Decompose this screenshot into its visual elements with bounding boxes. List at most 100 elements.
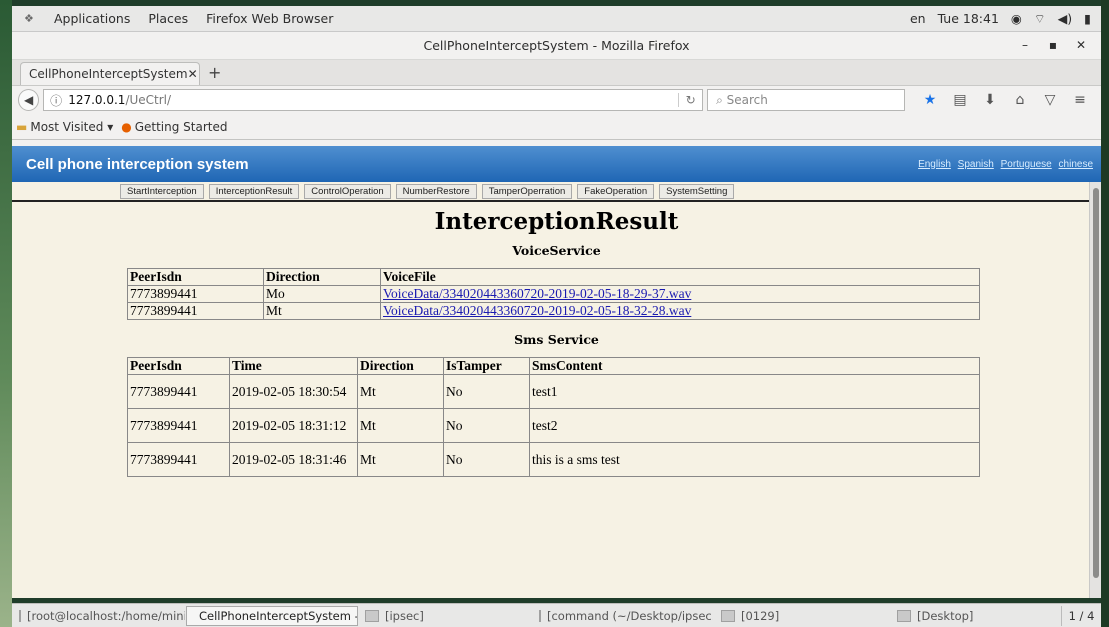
task-0129[interactable]: [0129]	[714, 606, 890, 626]
search-input[interactable]: ⌕ Search	[707, 89, 905, 111]
time-cell: 2019-02-05 18:31:12	[229, 408, 358, 443]
column-header: SmsContent	[529, 357, 980, 375]
nav-system-setting[interactable]: SystemSetting	[659, 183, 735, 199]
site-header: Cell phone interception system English S…	[12, 146, 1101, 182]
firefox-icon: ●	[121, 119, 132, 134]
table-header-row: PeerIsdn Time Direction IsTamper SmsCont…	[127, 357, 980, 375]
lang-english-link[interactable]: English	[918, 159, 951, 170]
places-menu[interactable]: Places	[148, 11, 188, 26]
time-cell: 2019-02-05 18:31:46	[229, 442, 358, 477]
task-label: CellPhoneInterceptSystem - ...	[199, 608, 358, 623]
firefox-window: CellPhoneInterceptSystem - Mozilla Firef…	[12, 32, 1101, 598]
search-icon: ⌕	[716, 92, 727, 107]
peer-isdn-cell: 7773899441	[127, 374, 230, 409]
app-menu[interactable]: Firefox Web Browser	[206, 11, 333, 26]
new-tab-icon[interactable]: +	[208, 63, 221, 85]
tab-bar: CellPhoneInterceptSystem ✕ +	[12, 60, 1101, 86]
voice-table: PeerIsdn Direction VoiceFile 7773899441 …	[127, 268, 980, 320]
bookmark-star-icon[interactable]: ★	[915, 92, 945, 108]
column-header: PeerIsdn	[127, 268, 264, 286]
voice-file-link[interactable]: VoiceData/334020443360720-2019-02-05-18-…	[383, 286, 691, 301]
nav-fake-operation[interactable]: FakeOperation	[577, 183, 655, 199]
browser-tab[interactable]: CellPhoneInterceptSystem ✕	[20, 62, 200, 85]
direction-cell: Mt	[357, 442, 444, 477]
tab-label: CellPhoneInterceptSystem	[29, 67, 188, 81]
sms-section-title: Sms Service	[514, 332, 599, 347]
reload-icon[interactable]: ↻	[678, 93, 702, 107]
bookmark-most-visited[interactable]: Most Visited	[30, 120, 103, 134]
voice-section-title: VoiceService	[512, 243, 601, 258]
is-tamper-cell: No	[443, 442, 530, 477]
voice-file-link[interactable]: VoiceData/334020443360720-2019-02-05-18-…	[383, 303, 691, 318]
voice-file-cell: VoiceData/334020443360720-2019-02-05-18-…	[380, 285, 980, 303]
task-label: [Desktop]	[917, 608, 974, 623]
direction-cell: Mt	[357, 374, 444, 409]
nav-interception-result[interactable]: InterceptionResult	[208, 183, 300, 199]
nav-control-operation[interactable]: ControlOperation	[304, 183, 391, 199]
peer-isdn-cell: 7773899441	[127, 408, 230, 443]
peer-isdn-cell: 7773899441	[127, 442, 230, 477]
table-header-row: PeerIsdn Direction VoiceFile	[127, 268, 980, 286]
scrollbar-thumb[interactable]	[1093, 188, 1099, 578]
site-title: Cell phone interception system	[26, 155, 249, 173]
record-icon[interactable]: ◉	[1011, 11, 1022, 26]
nav-start-interception[interactable]: StartInterception	[120, 183, 204, 199]
applications-menu[interactable]: Applications	[54, 11, 130, 26]
clock[interactable]: Tue 18:41	[938, 11, 999, 26]
vertical-scrollbar[interactable]	[1089, 182, 1101, 598]
lang-chinese-link[interactable]: chinese	[1059, 159, 1093, 170]
nav-tamper-operation[interactable]: TamperOperration	[481, 183, 573, 199]
gnome-top-bar: ❖ Applications Places Firefox Web Browse…	[12, 6, 1101, 32]
url-host: 127.0.0.1	[68, 93, 126, 107]
is-tamper-cell: No	[443, 374, 530, 409]
window-icon	[365, 609, 379, 622]
task-desktop[interactable]: [Desktop]	[890, 606, 1050, 626]
maximize-icon[interactable]: ▪	[1043, 38, 1063, 52]
desktop-background-right	[1101, 0, 1109, 627]
volume-icon[interactable]: ◀)	[1058, 11, 1073, 26]
back-icon[interactable]: ◀	[18, 89, 40, 111]
wifi-icon[interactable]: ⌔	[1034, 11, 1046, 27]
sms-table: PeerIsdn Time Direction IsTamper SmsCont…	[127, 357, 980, 477]
task-terminal[interactable]: [root@localhost:/home/mini...	[12, 606, 186, 626]
task-firefox[interactable]: CellPhoneInterceptSystem - ...	[186, 605, 358, 626]
bookmarks-toolbar: ▬ Most Visited ▾ ● Getting Started	[12, 114, 1101, 140]
nav-number-restore[interactable]: NumberRestore	[395, 183, 477, 199]
home-icon[interactable]: ⌂	[1005, 92, 1035, 108]
page-content: InterceptionResult VoiceService PeerIsdn…	[12, 202, 1101, 477]
window-icon	[897, 609, 911, 622]
peer-isdn-cell: 7773899441	[127, 285, 264, 303]
folder-icon: ▬	[16, 119, 28, 134]
direction-cell: Mo	[263, 285, 381, 303]
lang-spanish-link[interactable]: Spanish	[958, 159, 994, 170]
desktop-background	[0, 0, 12, 627]
tab-close-icon[interactable]: ✕	[188, 67, 198, 81]
close-icon[interactable]: ✕	[1071, 38, 1091, 52]
page-title: InterceptionResult	[434, 208, 679, 235]
sms-content-cell: this is a sms test	[529, 442, 980, 477]
direction-cell: Mt	[263, 302, 381, 320]
task-label: [root@localhost:/home/mini...	[27, 608, 186, 623]
window-title: CellPhoneInterceptSystem - Mozilla Firef…	[423, 38, 690, 53]
bookmark-getting-started[interactable]: Getting Started	[135, 120, 228, 134]
navigation-bar: ◀ ⓘ 127.0.0.1 /UeCtrl/ ↻ ⌕ Search ★ ▤ ⬇ …	[12, 86, 1101, 114]
minimize-icon[interactable]: –	[1015, 38, 1035, 52]
hamburger-menu-icon[interactable]: ≡	[1065, 92, 1095, 108]
url-bar[interactable]: ⓘ 127.0.0.1 /UeCtrl/ ↻	[43, 89, 704, 111]
language-indicator[interactable]: en	[910, 11, 926, 26]
task-command[interactable]: [command (~/Desktop/ipsec...	[532, 606, 714, 626]
battery-icon[interactable]: ▮	[1084, 11, 1091, 26]
bookmarks-library-icon[interactable]: ▤	[945, 92, 975, 108]
downloads-icon[interactable]: ⬇	[975, 92, 1005, 108]
pocket-icon[interactable]: ▽	[1035, 92, 1065, 108]
table-row: 7773899441 2019-02-05 18:30:54 Mt No tes…	[127, 374, 980, 409]
workspace-pager[interactable]: 1 / 4	[1061, 605, 1101, 626]
task-ipsec[interactable]: [ipsec]	[358, 606, 532, 626]
lang-portuguese-link[interactable]: Portuguese	[1001, 159, 1052, 170]
column-header: VoiceFile	[380, 268, 980, 286]
chevron-down-icon[interactable]: ▾	[103, 120, 113, 134]
column-header: Time	[229, 357, 358, 375]
window-titlebar: CellPhoneInterceptSystem - Mozilla Firef…	[12, 32, 1101, 60]
info-icon[interactable]: ⓘ	[50, 92, 62, 109]
is-tamper-cell: No	[443, 408, 530, 443]
